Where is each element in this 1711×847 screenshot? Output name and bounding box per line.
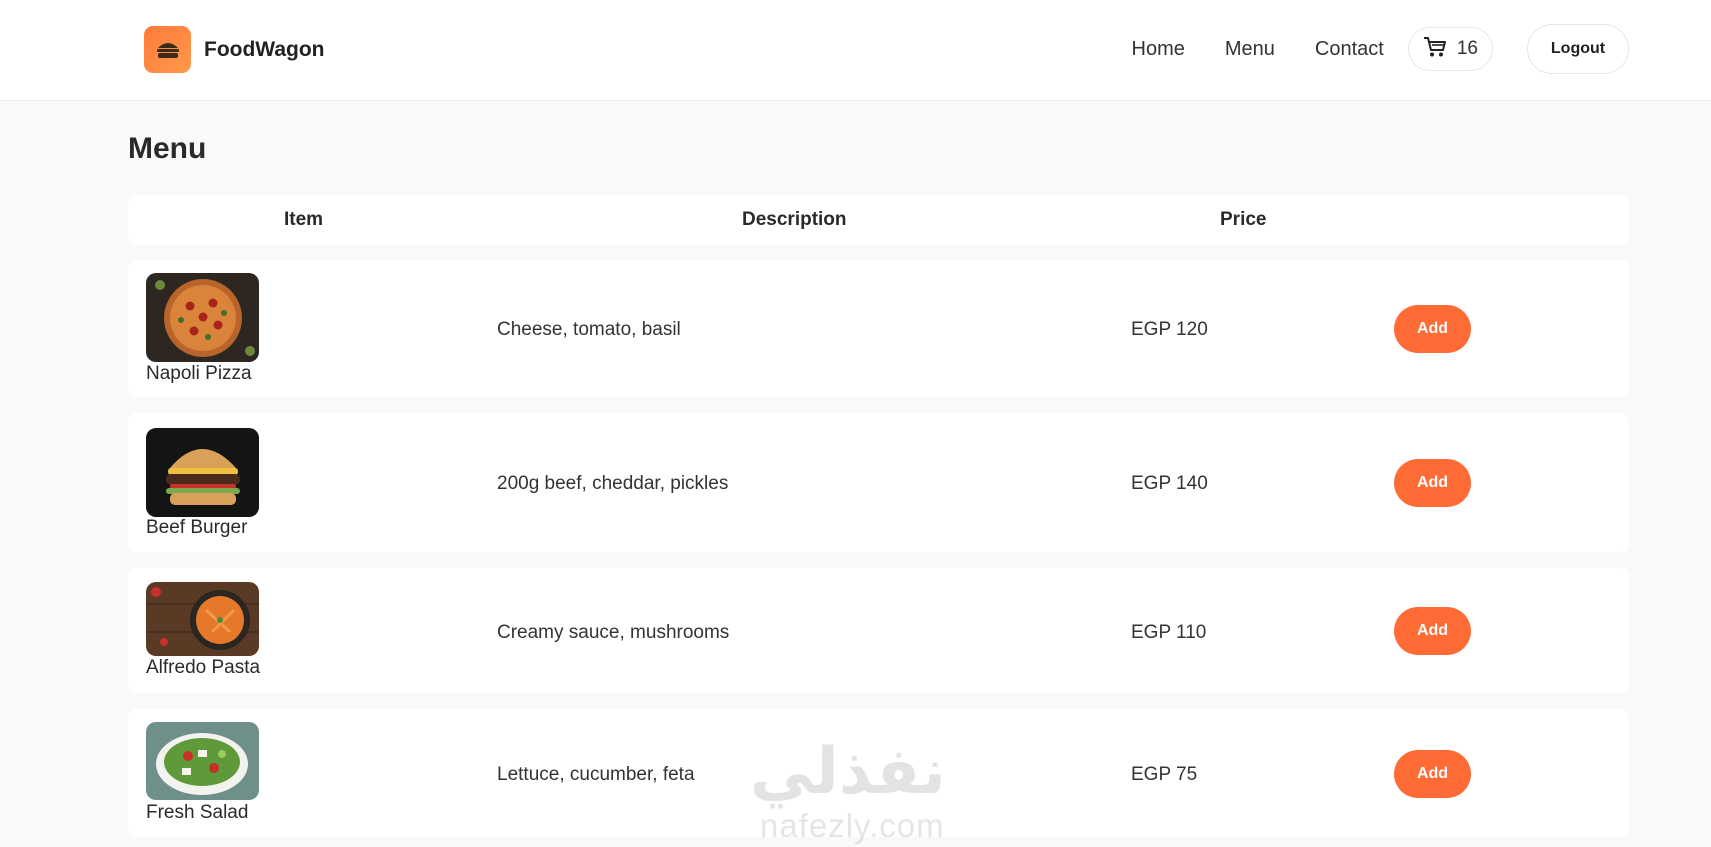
add-to-cart-button[interactable]: Add: [1394, 459, 1471, 507]
cart-button[interactable]: 16: [1407, 27, 1493, 71]
cart-icon: [1423, 36, 1447, 63]
column-header-item: Item: [284, 209, 324, 230]
cart-count: 16: [1456, 38, 1478, 59]
add-to-cart-button[interactable]: Add: [1394, 750, 1471, 798]
add-to-cart-button[interactable]: Add: [1394, 607, 1471, 655]
salad-image: [146, 722, 259, 800]
item-price: EGP 120: [1131, 319, 1208, 340]
page-title: Menu: [128, 132, 207, 165]
item-name: Napoli Pizza: [146, 363, 252, 384]
item-price: EGP 75: [1131, 764, 1198, 785]
logout-button[interactable]: Logout: [1527, 24, 1629, 74]
menu-table-header: Item Description Price: [128, 195, 1629, 245]
nav-link-contact[interactable]: Contact: [1315, 38, 1384, 61]
pasta-image: [146, 582, 259, 656]
item-name: Beef Burger: [146, 517, 248, 538]
watermark-arabic: نفذلي: [750, 735, 946, 809]
item-price: EGP 110: [1131, 622, 1207, 643]
brand[interactable]: FoodWagon: [144, 26, 325, 73]
item-description: Cheese, tomato, basil: [497, 319, 681, 340]
item-description: Creamy sauce, mushrooms: [497, 622, 730, 643]
item-price: EGP 140: [1131, 473, 1208, 494]
item-name: Alfredo Pasta: [146, 657, 261, 678]
nav-link-home[interactable]: Home: [1132, 38, 1185, 61]
item-description: Lettuce, cucumber, feta: [497, 764, 695, 785]
main-nav: Home Menu Contact 16: [1092, 24, 1493, 74]
menu-row: Napoli Pizza Cheese, tomato, basil EGP 1…: [128, 260, 1629, 397]
item-name: Fresh Salad: [146, 802, 249, 823]
nav-link-menu[interactable]: Menu: [1225, 38, 1275, 61]
column-header-description: Description: [742, 209, 847, 230]
brand-name: FoodWagon: [204, 37, 325, 61]
watermark: نفذلي nafezly.com: [750, 735, 965, 847]
item-description: 200g beef, cheddar, pickles: [497, 473, 729, 494]
column-header-price: Price: [1220, 209, 1267, 230]
watermark-latin: nafezly.com: [760, 807, 945, 844]
menu-row: Beef Burger 200g beef, cheddar, pickles …: [128, 413, 1629, 552]
pizza-image: [146, 273, 259, 362]
burger-image: [146, 428, 259, 517]
top-navbar: FoodWagon Home Menu Contact 16 Logout: [0, 0, 1711, 101]
menu-row: Alfredo Pasta Creamy sauce, mushrooms EG…: [128, 568, 1629, 693]
add-to-cart-button[interactable]: Add: [1394, 305, 1471, 353]
burger-icon: [144, 26, 191, 73]
